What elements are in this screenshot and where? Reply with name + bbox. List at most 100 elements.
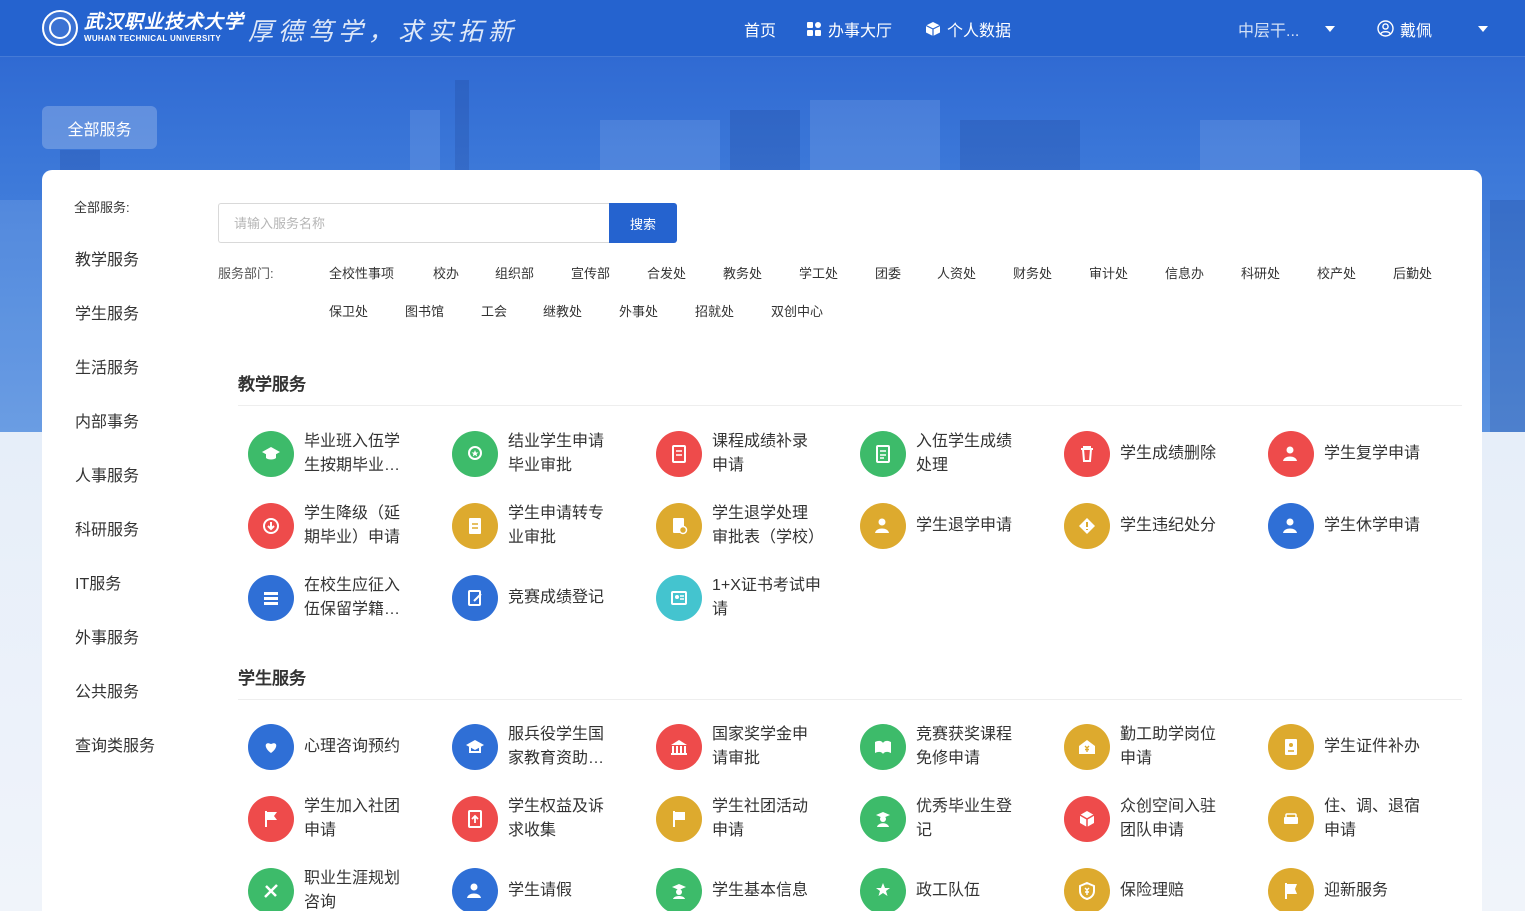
sidebar-item-teaching[interactable]: 教学服务 <box>75 246 139 270</box>
sidebar-item-public[interactable]: 公共服务 <box>75 678 139 702</box>
service-item[interactable]: 国家奖学金申请审批 <box>656 717 846 777</box>
service-item[interactable]: 学生违纪处分 <box>1064 496 1254 556</box>
user-menu[interactable]: 戴佩 <box>1377 0 1489 57</box>
bed-icon <box>1284 813 1298 824</box>
service-item[interactable]: 学生申请转专业审批 <box>452 496 642 556</box>
department-filter[interactable]: 校产处 <box>1317 263 1356 282</box>
section-title-teaching: 教学服务 <box>238 375 306 394</box>
department-label: 服务部门: <box>218 266 274 281</box>
tab-all-services[interactable]: 全部服务 <box>42 106 157 149</box>
sidebar-item-internal[interactable]: 内部事务 <box>75 408 139 432</box>
department-filter[interactable]: 团委 <box>875 263 901 282</box>
service-item[interactable]: 学生休学申请 <box>1268 496 1458 556</box>
department-filter[interactable]: 合发处 <box>647 263 686 282</box>
sidebar-item-foreign[interactable]: 外事服务 <box>75 624 139 648</box>
warning-icon <box>1064 503 1110 549</box>
sidebar-item-life[interactable]: 生活服务 <box>75 354 139 378</box>
department-filter[interactable]: 继教处 <box>543 301 582 320</box>
service-item[interactable]: 学生复学申请 <box>1268 424 1458 484</box>
service-label: 学生请假 <box>508 882 573 899</box>
service-item[interactable]: 学生请假 <box>452 861 642 911</box>
sidebar-title: 全部服务: <box>74 200 130 215</box>
service-item[interactable]: 学生证件补办 <box>1268 717 1458 777</box>
service-item[interactable]: 勤工助学岗位申请 <box>1064 717 1254 777</box>
logo-english-name: WUHAN TECHNICAL UNIVERSITY <box>84 34 221 43</box>
service-item[interactable]: 学生基本信息 <box>656 861 846 911</box>
service-item[interactable]: 竞赛成绩登记 <box>452 568 642 628</box>
service-item[interactable]: 学生社团活动申请 <box>656 789 846 849</box>
service-item[interactable]: 结业学生申请毕业审批 <box>452 424 642 484</box>
sidebar-item-query[interactable]: 查询类服务 <box>75 732 155 756</box>
department-filter[interactable]: 保卫处 <box>329 301 368 320</box>
service-label: 学生权益及诉求收集 <box>508 798 605 839</box>
edit-icon <box>468 590 482 606</box>
nav-service-hall[interactable]: 办事大厅 <box>806 17 892 41</box>
department-filter[interactable]: 财务处 <box>1013 263 1052 282</box>
nav-personal-data-label: 个人数据 <box>947 22 1012 40</box>
form-clock-icon <box>656 503 702 549</box>
arrow-down-icon <box>263 518 279 534</box>
department-filter[interactable]: 招就处 <box>695 301 734 320</box>
service-item[interactable]: 学生降级（延期毕业）申请 <box>248 496 438 556</box>
service-item[interactable]: 住、调、退宿申请 <box>1268 789 1458 849</box>
department-filter[interactable]: 校办 <box>433 263 459 282</box>
service-item[interactable]: 学生权益及诉求收集 <box>452 789 642 849</box>
nav-home[interactable]: 首页 <box>744 17 776 41</box>
department-filter[interactable]: 教务处 <box>723 263 762 282</box>
sidebar-item-it[interactable]: IT服务 <box>75 570 121 594</box>
service-item[interactable]: 保险理赔 <box>1064 861 1254 911</box>
chevron-down-icon <box>1325 25 1336 32</box>
service-item[interactable]: 1+X证书考试申请 <box>656 568 846 628</box>
service-item[interactable]: 入伍学生成绩处理 <box>860 424 1050 484</box>
department-filter[interactable]: 双创中心 <box>771 301 823 320</box>
book-icon <box>672 445 686 463</box>
service-item[interactable]: 职业生涯规划咨询 <box>248 861 438 911</box>
department-filter[interactable]: 人资处 <box>937 263 976 282</box>
service-item[interactable]: 竞赛获奖课程免修申请 <box>860 717 1050 777</box>
badge-icon <box>452 431 498 477</box>
service-item[interactable]: 学生退学处理审批表（学校） <box>656 496 846 556</box>
department-filter[interactable]: 科研处 <box>1241 263 1280 282</box>
department-filter[interactable]: 审计处 <box>1089 263 1128 282</box>
department-filter[interactable]: 外事处 <box>619 301 658 320</box>
service-item[interactable]: 心理咨询预约 <box>248 717 438 777</box>
service-item[interactable]: 服兵役学生国家教育资助申请 <box>452 717 642 777</box>
department-filter[interactable]: 学工处 <box>799 263 838 282</box>
role-select[interactable]: 中层干... <box>1238 0 1336 57</box>
service-label: 学生证件补办 <box>1324 738 1421 755</box>
service-label: 竞赛获奖课程免修申请 <box>916 726 1013 767</box>
service-item[interactable]: 政工队伍 <box>860 861 1050 911</box>
service-item[interactable]: 优秀毕业生登记 <box>860 789 1050 849</box>
university-logo[interactable]: 武汉职业技术大学 WUHAN TECHNICAL UNIVERSITY <box>42 10 244 46</box>
service-label: 学生加入社团申请 <box>304 798 401 839</box>
department-filter[interactable]: 工会 <box>481 301 507 320</box>
service-item[interactable]: 众创空间入驻团队申请 <box>1064 789 1254 849</box>
service-item[interactable]: 学生退学申请 <box>860 496 1050 556</box>
service-item[interactable]: 课程成绩补录申请 <box>656 424 846 484</box>
sidebar-item-hr[interactable]: 人事服务 <box>75 462 139 486</box>
section-title-student: 学生服务 <box>238 669 306 688</box>
flag-icon <box>248 796 294 842</box>
department-filter[interactable]: 宣传部 <box>571 263 610 282</box>
nav-personal-data[interactable]: 个人数据 <box>925 17 1011 41</box>
department-filter[interactable]: 组织部 <box>495 263 534 282</box>
upload-doc-icon <box>468 810 482 828</box>
service-item[interactable]: 在校生应征入伍保留学籍申请 <box>248 568 438 628</box>
search-button[interactable]: 搜索 <box>609 203 677 243</box>
department-filter[interactable]: 信息办 <box>1165 263 1204 282</box>
service-label: 学生退学申请 <box>916 517 1013 534</box>
department-filter[interactable]: 图书馆 <box>405 301 444 320</box>
department-filter[interactable]: 后勤处 <box>1393 263 1432 282</box>
service-item[interactable]: 迎新服务 <box>1268 861 1458 911</box>
sidebar-item-research[interactable]: 科研服务 <box>75 516 139 540</box>
sidebar-item-student[interactable]: 学生服务 <box>75 300 139 324</box>
badge-icon <box>468 446 482 460</box>
service-item[interactable]: 学生成绩删除 <box>1064 424 1254 484</box>
bed-icon <box>1268 796 1314 842</box>
search-input[interactable] <box>218 203 610 243</box>
service-item[interactable]: 毕业班入伍学生按期毕业申请 <box>248 424 438 484</box>
department-filter[interactable]: 全校性事项 <box>329 263 394 282</box>
cube-icon <box>1064 796 1110 842</box>
service-item[interactable]: 学生加入社团申请 <box>248 789 438 849</box>
grade-sheet-icon <box>860 431 906 477</box>
